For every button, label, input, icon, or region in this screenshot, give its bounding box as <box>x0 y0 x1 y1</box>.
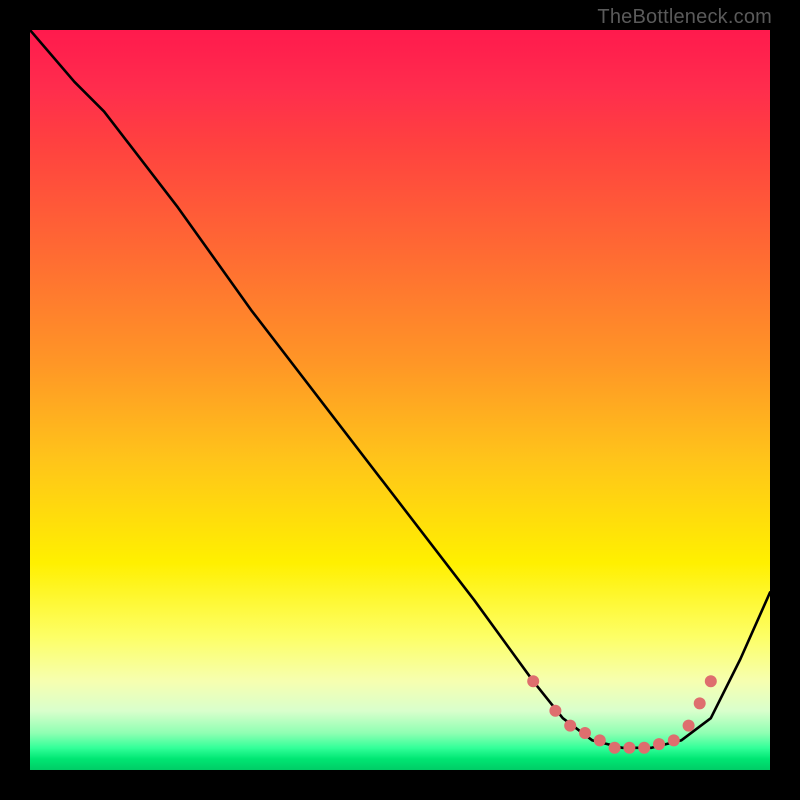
trough-dot <box>564 720 576 732</box>
trough-dot <box>653 738 665 750</box>
chart-svg <box>30 30 770 770</box>
bottleneck-curve <box>30 30 770 748</box>
trough-dot <box>705 675 717 687</box>
trough-dot <box>694 697 706 709</box>
trough-dot <box>549 705 561 717</box>
trough-dot <box>683 720 695 732</box>
trough-dot <box>623 742 635 754</box>
trough-marker-layer <box>527 675 717 754</box>
attribution-text: TheBottleneck.com <box>597 6 772 29</box>
plot-area <box>30 30 770 770</box>
trough-dot <box>668 734 680 746</box>
trough-dot <box>609 742 621 754</box>
trough-dot <box>527 675 539 687</box>
trough-dot <box>638 742 650 754</box>
trough-dot <box>594 734 606 746</box>
curve-line <box>30 30 770 748</box>
trough-dot <box>579 727 591 739</box>
chart-stage: TheBottleneck.com <box>0 0 800 800</box>
